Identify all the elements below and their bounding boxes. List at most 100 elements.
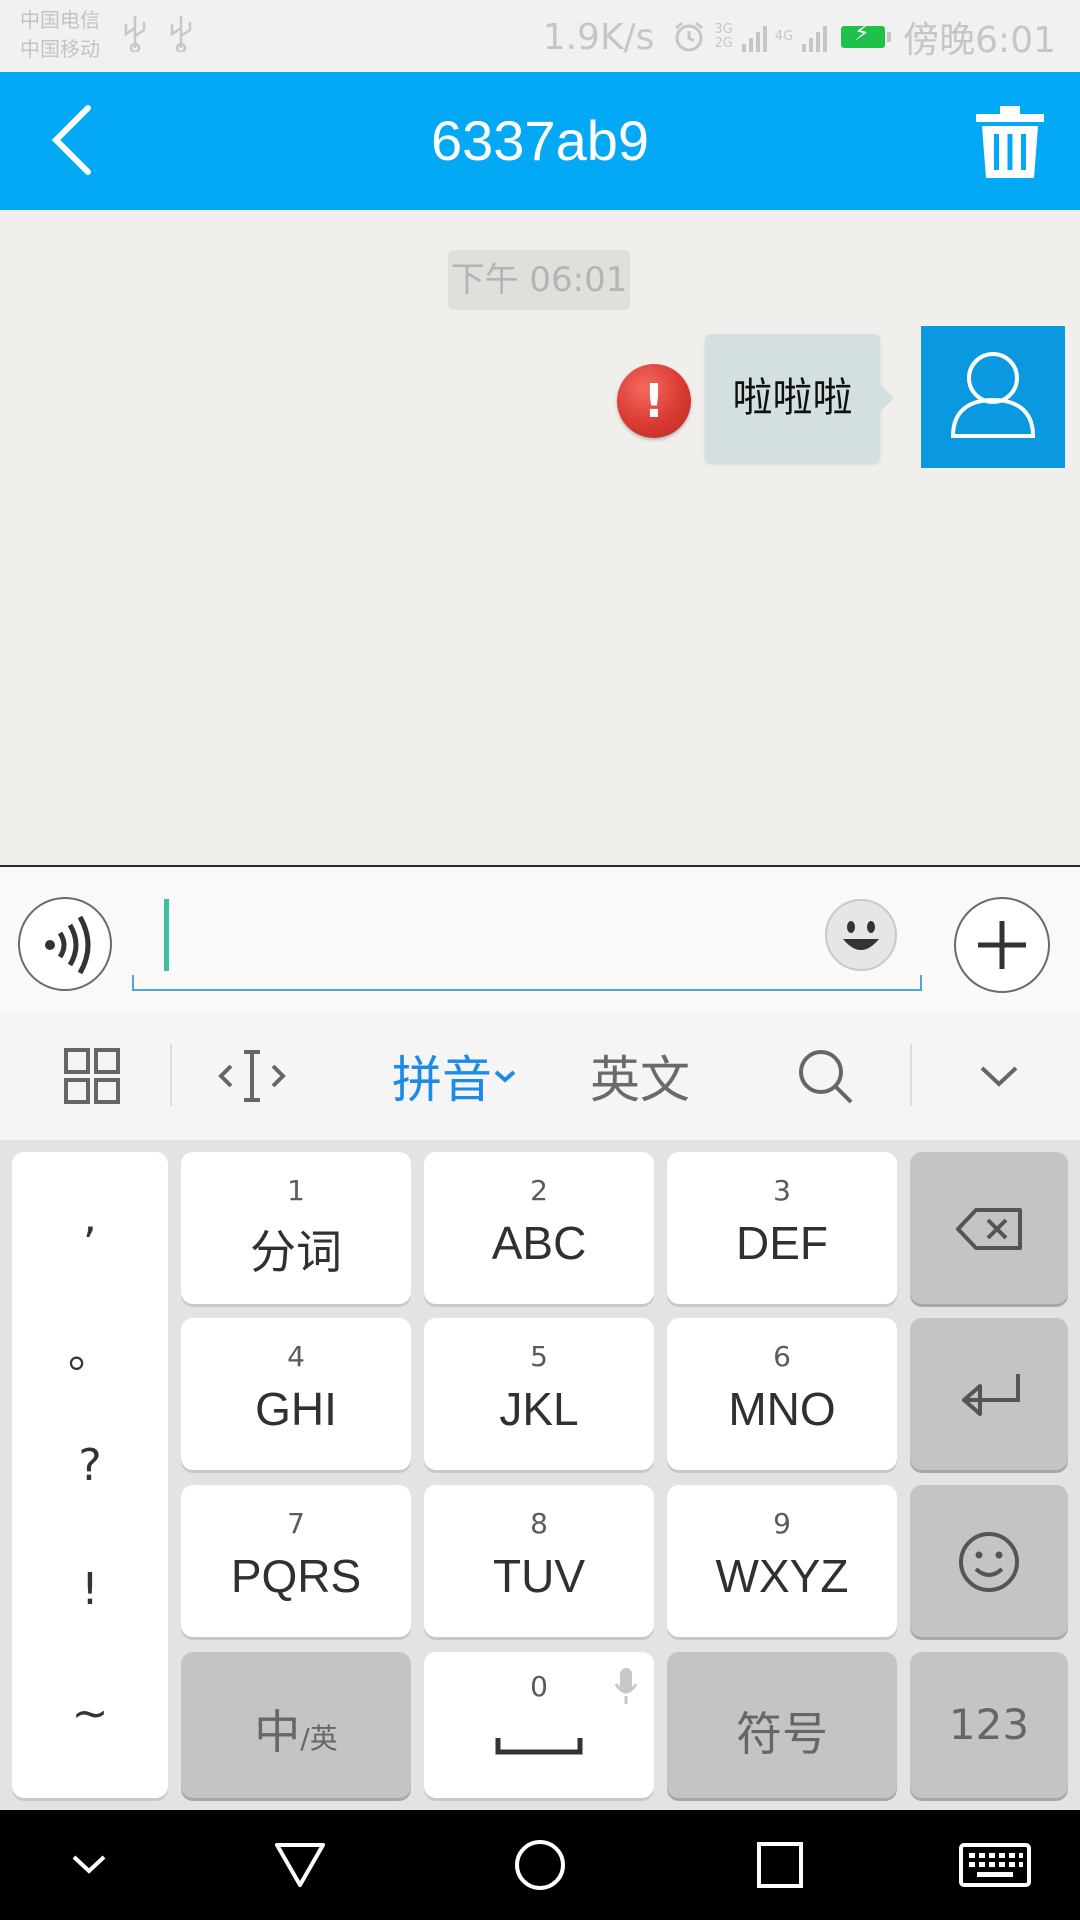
key-2[interactable]: 2 ABC [424, 1152, 654, 1304]
key-6[interactable]: 6 MNO [667, 1318, 897, 1470]
chevron-down-icon [494, 1070, 516, 1083]
key-3[interactable]: 3 DEF [667, 1152, 897, 1304]
space-icon [495, 1738, 583, 1755]
cursor-move-button[interactable] [212, 1012, 292, 1140]
keyboard: , 。 ? ! ~ 1 分词 2 ABC 3 DEF 4 GHI 5 JKL 6… [0, 1140, 1080, 1810]
symbols-key[interactable]: 符号 [667, 1652, 897, 1798]
punct-exclamation[interactable]: ! [12, 1564, 168, 1615]
backspace-icon [956, 1208, 1022, 1250]
hide-button[interactable] [54, 1835, 124, 1895]
search-button[interactable] [790, 1012, 860, 1140]
back-button[interactable] [40, 100, 120, 180]
emoji-icon [843, 921, 879, 950]
numbers-label: 123 [948, 1700, 1030, 1749]
key-letters: TUV [493, 1550, 585, 1602]
key-number: 8 [530, 1507, 548, 1540]
enter-icon [962, 1374, 1020, 1416]
mic-icon [614, 1668, 638, 1704]
key-number: 3 [773, 1174, 791, 1207]
battery-icon: ⚡ [841, 21, 892, 48]
key-number: 2 [530, 1174, 548, 1207]
message-text: 啦啦啦 [732, 375, 853, 421]
chevron-left-icon [51, 105, 91, 175]
key-1[interactable]: 1 分词 [181, 1152, 411, 1304]
voice-button[interactable] [18, 897, 112, 991]
voice-wave-icon [45, 915, 91, 975]
key-number: 1 [287, 1174, 305, 1207]
avatar[interactable] [921, 326, 1065, 468]
pinyin-label: 拼音 [392, 1051, 492, 1109]
punct-tilde[interactable]: ~ [12, 1688, 168, 1739]
key-number: 9 [773, 1507, 791, 1540]
delete-button[interactable] [970, 102, 1050, 182]
keyboard-icon [959, 1843, 1031, 1887]
ime-menu-button[interactable] [52, 1012, 132, 1140]
network-type-2: 4G [774, 29, 794, 44]
key-letters: ABC [491, 1217, 587, 1269]
signal-icon [739, 22, 767, 52]
home-button[interactable] [505, 1835, 575, 1895]
input-bar [0, 867, 1080, 1012]
home-circle-icon [515, 1840, 565, 1890]
key-letters: 分词 [250, 1226, 342, 1278]
pinyin-tab[interactable]: 拼音 [380, 1012, 530, 1140]
net-speed: 1.9K/s [542, 16, 655, 58]
backspace-key[interactable] [910, 1152, 1068, 1304]
chat-header: 6337ab9 [0, 72, 1080, 210]
usb-icon [168, 14, 194, 61]
zh-en-label: 中/英 [181, 1696, 411, 1762]
timestamp: 下午 06:01 [448, 250, 630, 310]
message-bubble[interactable]: 啦啦啦 [705, 334, 894, 462]
punct-period[interactable]: 。 [12, 1316, 168, 1380]
english-label: 英文 [590, 1051, 690, 1109]
carrier-2: 中国移动 [20, 37, 100, 61]
smiley-icon [959, 1532, 1019, 1592]
search-icon [799, 1050, 853, 1104]
recents-button[interactable] [745, 1835, 815, 1895]
key-8[interactable]: 8 TUV [424, 1485, 654, 1637]
page-title: 6337ab9 [430, 109, 649, 172]
message-input[interactable] [132, 887, 922, 991]
back-triangle-icon [275, 1843, 325, 1887]
en-label: /英 [300, 1722, 338, 1755]
collapse-keyboard-icon [980, 1066, 1018, 1087]
navigation-bar [0, 1810, 1080, 1920]
punct-question[interactable]: ? [12, 1440, 168, 1491]
key-7[interactable]: 7 PQRS [181, 1485, 411, 1637]
network-type-1: 3G 2G [714, 22, 733, 51]
zh-label: 中 [254, 1705, 301, 1759]
emoji-key[interactable] [910, 1485, 1068, 1637]
signal-icon [799, 22, 828, 52]
enter-key[interactable] [910, 1318, 1068, 1470]
cursor-move-icon [218, 1050, 286, 1102]
key-4[interactable]: 4 GHI [181, 1318, 411, 1470]
space-key[interactable]: 0 [424, 1652, 654, 1798]
ime-toolbar: 拼音 英文 [0, 1012, 1080, 1140]
punct-comma[interactable]: , [12, 1192, 168, 1243]
collapse-keyboard-button[interactable] [964, 1012, 1034, 1140]
carrier-1: 中国电信 [20, 8, 100, 32]
status-right: 1.9K/s 3G 2G 4G ⚡ 傍晚6:01 [543, 12, 1056, 62]
punctuation-column[interactable]: , 。 ? ! ~ [12, 1152, 168, 1798]
keyboard-switch-button[interactable] [955, 1835, 1035, 1895]
trash-icon [976, 106, 1044, 178]
back-nav-button[interactable] [265, 1835, 335, 1895]
message-list: 下午 06:01 ! 啦啦啦 [0, 210, 1080, 867]
recents-square-icon [757, 1842, 803, 1888]
key-letters: WXYZ [715, 1550, 849, 1602]
numbers-key[interactable]: 123 [910, 1652, 1068, 1798]
english-tab[interactable]: 英文 [580, 1012, 700, 1140]
key-9[interactable]: 9 WXYZ [667, 1485, 897, 1637]
carrier-info: 中国电信 中国移动 [20, 6, 100, 64]
status-bar: 中国电信 中国移动 1.9K/s 3G 2G 4G ⚡ 傍晚6:01 [0, 0, 1080, 72]
usb-icon [122, 14, 148, 61]
key-number: 6 [773, 1340, 791, 1373]
key-number: 5 [530, 1340, 548, 1373]
emoji-button[interactable] [825, 899, 897, 971]
zh-en-switch-key[interactable]: 中/英 [181, 1652, 411, 1798]
key-letters: PQRS [230, 1550, 362, 1602]
more-button[interactable] [954, 897, 1050, 993]
key-letters: MNO [728, 1383, 836, 1435]
exclamation-icon[interactable]: ! [617, 364, 691, 438]
key-5[interactable]: 5 JKL [424, 1318, 654, 1470]
